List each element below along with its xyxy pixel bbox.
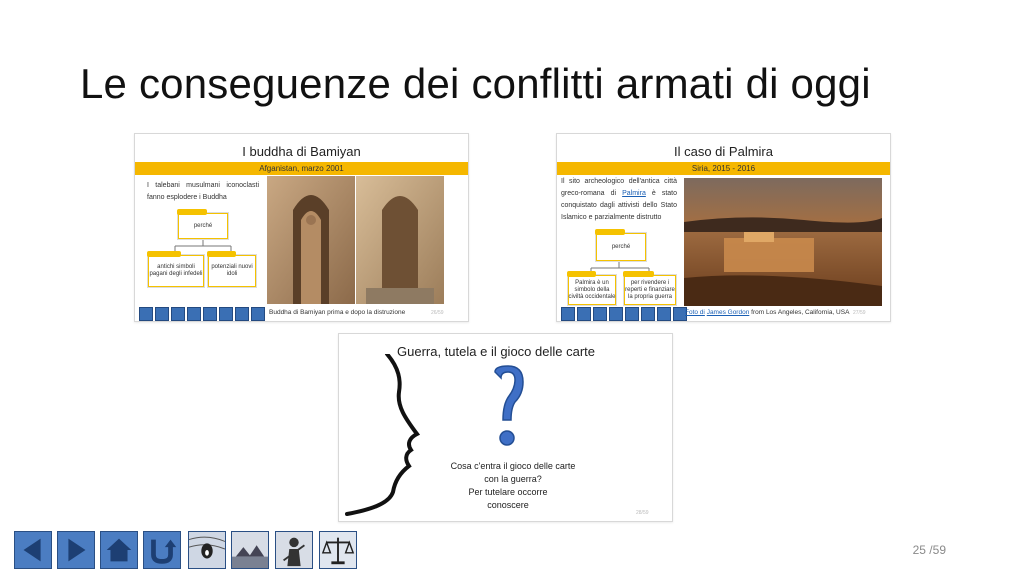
game-page: 28/59: [636, 510, 649, 516]
scales-image-button[interactable]: [319, 531, 357, 569]
bamiyan-page: 26/59: [431, 310, 444, 316]
bamiyan-box-right: potenziali nuovi idoli: [207, 251, 257, 288]
palmira-caption: Foto di James Gordon from Los Angeles, C…: [685, 309, 850, 316]
bamiyan-card[interactable]: I buddha di Bamiyan Afganistan, marzo 20…: [134, 133, 469, 322]
palmira-box-why: perché: [595, 229, 647, 262]
palmira-page: 27/59: [853, 310, 866, 316]
bamiyan-box-why: perché: [177, 209, 229, 240]
palmira-card[interactable]: Il caso di Palmira Siria, 2015 - 2016 Il…: [556, 133, 891, 322]
scream-image-button[interactable]: [188, 531, 226, 569]
palmira-box-right: per rivendere i reperti e finanziare la …: [623, 271, 677, 306]
game-answer: Per tutelare occorre conoscere: [468, 487, 548, 510]
palmira-mini-nav: [561, 307, 687, 321]
bamiyan-box-left: antichi simboli pagani degli infedeli: [147, 251, 205, 288]
soldier-icon: [276, 532, 312, 568]
arrow-left-icon: [23, 538, 41, 562]
question-mark-icon: [494, 365, 524, 446]
bamiyan-mini-nav: [139, 307, 265, 321]
back-button[interactable]: [14, 531, 52, 569]
soldier-image-button[interactable]: [275, 531, 313, 569]
home-icon: [106, 538, 132, 562]
scream-figure-icon: [189, 532, 225, 568]
buddha-before-image: [267, 176, 355, 304]
return-icon: [151, 539, 177, 564]
palmira-box-left: Palmira è un simbolo della civiltà occid…: [567, 271, 617, 306]
palmira-photo: [684, 178, 882, 306]
village-image-button[interactable]: [231, 531, 269, 569]
forward-button[interactable]: [57, 531, 95, 569]
arrow-right-icon: [68, 538, 86, 562]
scales-icon: [320, 532, 356, 568]
return-button[interactable]: [143, 531, 181, 569]
game-question: Cosa c'entra il gioco delle carte con la…: [450, 461, 576, 484]
buddha-after-image: [356, 176, 444, 304]
slide-number: 25 /59: [912, 543, 946, 557]
bamiyan-caption: Buddha di Bamiyan prima e dopo la distru…: [269, 309, 406, 316]
village-icon: [232, 532, 268, 568]
home-button[interactable]: [100, 531, 138, 569]
slide-title: Le conseguenze dei conflitti armati di o…: [80, 60, 871, 107]
profile-silhouette: [345, 354, 421, 516]
game-card[interactable]: Guerra, tutela e il gioco delle carte Co…: [338, 333, 673, 522]
